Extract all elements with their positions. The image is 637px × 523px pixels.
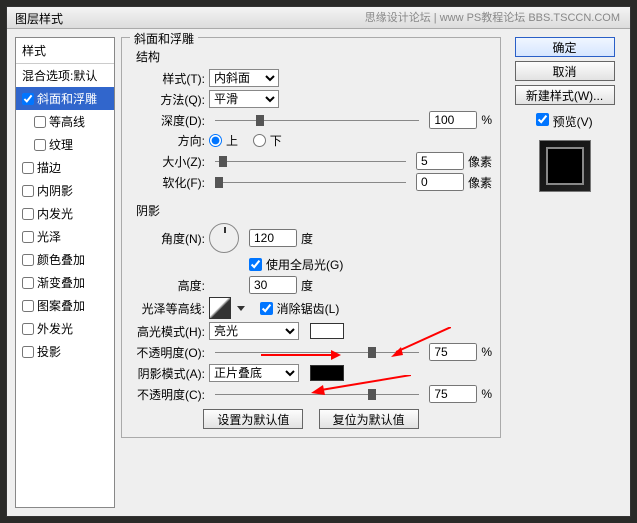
angle-input[interactable] <box>249 229 297 247</box>
new-style-button[interactable]: 新建样式(W)... <box>515 85 615 105</box>
angle-label: 角度(N): <box>130 230 205 247</box>
satin-checkbox[interactable] <box>22 231 34 243</box>
altitude-label: 高度: <box>130 277 205 294</box>
bevel-fieldset: 斜面和浮雕 结构 样式(T):内斜面 方法(Q):平滑 深度(D):% 方向:上… <box>121 37 501 438</box>
bevel-checkbox[interactable] <box>22 93 34 105</box>
watermark: 思缘设计论坛 | www PS教程论坛 BBS.TSCCN.COM <box>365 9 620 25</box>
shadow-mode-select[interactable]: 正片叠底 <box>209 364 299 382</box>
direction-down-radio[interactable] <box>253 134 266 147</box>
right-panel: 确定 取消 新建样式(W)... 预览(V) <box>507 37 622 508</box>
set-default-button[interactable]: 设置为默认值 <box>203 409 303 429</box>
style-select[interactable]: 内斜面 <box>209 69 279 87</box>
direction-label: 方向: <box>130 132 205 149</box>
sidebar-blend-options[interactable]: 混合选项:默认 <box>16 64 114 87</box>
gradient-overlay-checkbox[interactable] <box>22 277 34 289</box>
soften-input[interactable] <box>416 173 464 191</box>
sidebar-item-texture[interactable]: 纹理 <box>16 133 114 156</box>
dialog-title: 图层样式 <box>15 12 63 26</box>
stroke-checkbox[interactable] <box>22 162 34 174</box>
titlebar[interactable]: 图层样式 思缘设计论坛 | www PS教程论坛 BBS.TSCCN.COM <box>7 7 630 29</box>
sidebar-item-gradient-overlay[interactable]: 渐变叠加 <box>16 271 114 294</box>
depth-slider[interactable] <box>215 111 419 129</box>
shadow-opacity-input[interactable] <box>429 385 477 403</box>
sidebar-head: 样式 <box>16 38 114 64</box>
sidebar-item-outer-glow[interactable]: 外发光 <box>16 317 114 340</box>
inner-shadow-checkbox[interactable] <box>22 185 34 197</box>
sidebar-item-contour[interactable]: 等高线 <box>16 110 114 133</box>
size-label: 大小(Z): <box>130 153 205 170</box>
chevron-down-icon[interactable] <box>237 306 245 311</box>
highlight-opacity-label: 不透明度(O): <box>130 344 205 361</box>
shadow-label: 阴影 <box>136 202 492 219</box>
sidebar-item-bevel[interactable]: 斜面和浮雕 <box>16 87 114 110</box>
outer-glow-checkbox[interactable] <box>22 323 34 335</box>
texture-checkbox[interactable] <box>34 139 46 151</box>
cancel-button[interactable]: 取消 <box>515 61 615 81</box>
method-label: 方法(Q): <box>130 91 205 108</box>
sidebar-item-satin[interactable]: 光泽 <box>16 225 114 248</box>
shadow-color-swatch[interactable] <box>310 365 344 381</box>
sidebar-item-color-overlay[interactable]: 颜色叠加 <box>16 248 114 271</box>
angle-wheel[interactable] <box>209 223 239 253</box>
ok-button[interactable]: 确定 <box>515 37 615 57</box>
preview-thumbnail <box>539 140 591 192</box>
styles-sidebar: 样式 混合选项:默认 斜面和浮雕 等高线 纹理 描边 内阴影 内发光 光泽 颜色… <box>15 37 115 508</box>
drop-shadow-checkbox[interactable] <box>22 346 34 358</box>
altitude-input[interactable] <box>249 276 297 294</box>
highlight-mode-label: 高光模式(H): <box>130 323 205 340</box>
highlight-opacity-slider[interactable] <box>215 343 419 361</box>
gloss-contour-label: 光泽等高线: <box>130 300 205 317</box>
depth-input[interactable] <box>429 111 477 129</box>
soften-label: 软化(F): <box>130 174 205 191</box>
depth-label: 深度(D): <box>130 112 205 129</box>
size-slider[interactable] <box>215 152 406 170</box>
structure-label: 结构 <box>136 48 492 65</box>
highlight-mode-select[interactable]: 亮光 <box>209 322 299 340</box>
contour-checkbox[interactable] <box>34 116 46 128</box>
reset-default-button[interactable]: 复位为默认值 <box>319 409 419 429</box>
sidebar-item-inner-shadow[interactable]: 内阴影 <box>16 179 114 202</box>
inner-glow-checkbox[interactable] <box>22 208 34 220</box>
sidebar-item-inner-glow[interactable]: 内发光 <box>16 202 114 225</box>
soften-slider[interactable] <box>215 173 406 191</box>
highlight-opacity-input[interactable] <box>429 343 477 361</box>
pattern-overlay-checkbox[interactable] <box>22 300 34 312</box>
main-panel: 斜面和浮雕 结构 样式(T):内斜面 方法(Q):平滑 深度(D):% 方向:上… <box>121 37 501 508</box>
antialias-checkbox[interactable] <box>260 302 273 315</box>
layer-style-dialog: 图层样式 思缘设计论坛 | www PS教程论坛 BBS.TSCCN.COM 样… <box>6 6 631 517</box>
sidebar-item-drop-shadow[interactable]: 投影 <box>16 340 114 363</box>
highlight-color-swatch[interactable] <box>310 323 344 339</box>
global-light-checkbox[interactable] <box>249 258 262 271</box>
preview-checkbox[interactable] <box>536 113 549 126</box>
sidebar-item-stroke[interactable]: 描边 <box>16 156 114 179</box>
gloss-contour-picker[interactable] <box>209 297 231 319</box>
size-input[interactable] <box>416 152 464 170</box>
color-overlay-checkbox[interactable] <box>22 254 34 266</box>
direction-up-radio[interactable] <box>209 134 222 147</box>
sidebar-item-pattern-overlay[interactable]: 图案叠加 <box>16 294 114 317</box>
shadow-mode-label: 阴影模式(A): <box>130 365 205 382</box>
method-select[interactable]: 平滑 <box>209 90 279 108</box>
shadow-opacity-label: 不透明度(C): <box>130 386 205 403</box>
shadow-opacity-slider[interactable] <box>215 385 419 403</box>
style-label: 样式(T): <box>130 70 205 87</box>
